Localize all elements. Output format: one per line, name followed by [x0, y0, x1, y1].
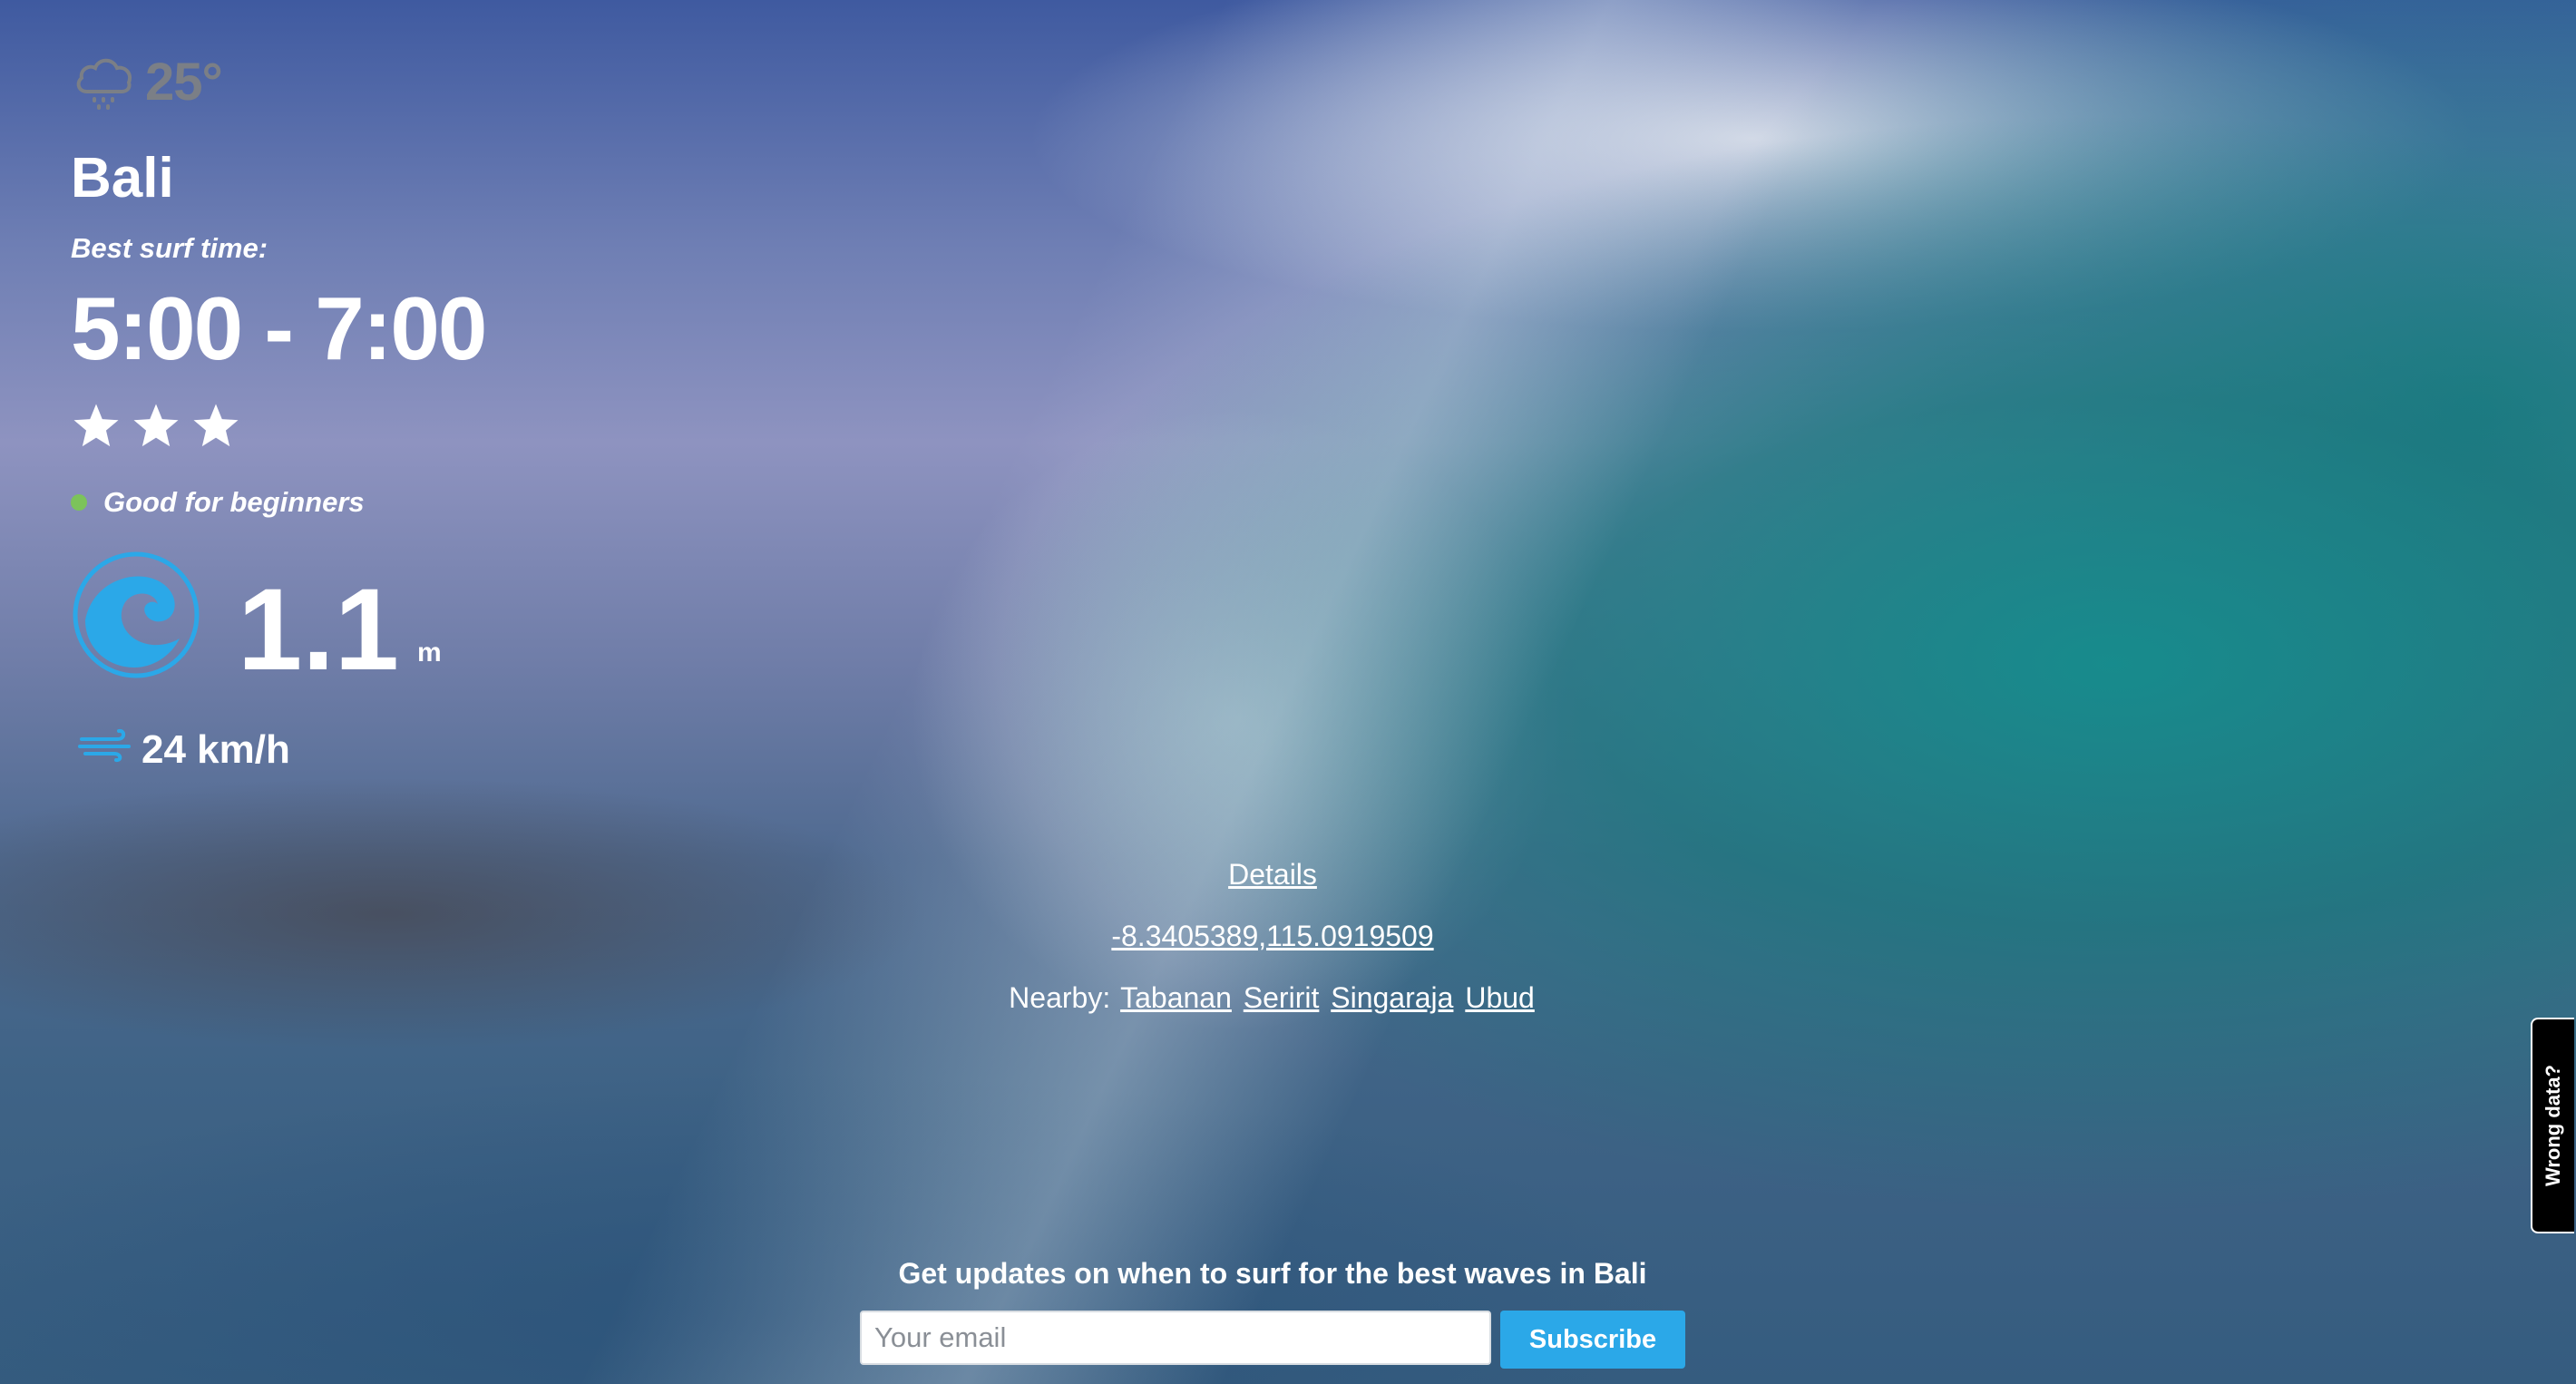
- nearby-link-ubud[interactable]: Ubud: [1465, 981, 1535, 1014]
- star-icon: [133, 404, 179, 447]
- wind-speed-value: 24 km/h: [141, 726, 290, 772]
- wind-speed-display: 24 km/h: [71, 726, 485, 773]
- details-row: Details: [0, 858, 2545, 892]
- star-icon: [73, 404, 119, 447]
- nearby-link-singaraja[interactable]: Singaraja: [1331, 981, 1453, 1014]
- best-surf-time-label: Best surf time:: [71, 232, 268, 264]
- skill-level-label: Good for beginners: [103, 486, 365, 518]
- weather-summary: 25°: [71, 47, 485, 116]
- subscribe-button[interactable]: Subscribe: [1500, 1311, 1685, 1369]
- rating-stars: [71, 401, 485, 452]
- coordinates-link[interactable]: -8.3405389,115.0919509: [1111, 920, 1433, 952]
- nearby-link-tabanan[interactable]: Tabanan: [1120, 981, 1232, 1014]
- status-dot: [71, 494, 87, 511]
- subscribe-form: Subscribe: [0, 1311, 2545, 1369]
- wrong-data-label: Wrong data?: [2542, 1064, 2564, 1187]
- nearby-label: Nearby:: [1009, 981, 1111, 1014]
- wave-icon: [71, 550, 201, 685]
- details-link[interactable]: Details: [1228, 858, 1317, 891]
- temperature: 25°: [145, 52, 223, 112]
- best-surf-time: 5:00 - 7:00: [71, 278, 487, 378]
- city-name: Bali: [71, 147, 174, 210]
- wave-height-value: 1.1: [238, 565, 399, 695]
- surf-info-panel: 25° Bali Best surf time: 5:00 - 7:00 Goo…: [71, 47, 487, 773]
- email-input[interactable]: [860, 1311, 1491, 1365]
- wind-icon: [78, 726, 134, 773]
- wave-height-unit: m: [416, 638, 442, 668]
- subscribe-headline: Get updates on when to surf for the best…: [898, 1257, 1647, 1290]
- nearby-link-seririt[interactable]: Seririt: [1244, 981, 1320, 1014]
- skill-level: Good for beginners: [71, 486, 485, 519]
- coordinates-row: -8.3405389,115.0919509: [0, 920, 2545, 953]
- wrong-data-tab[interactable]: Wrong data?: [2531, 1018, 2574, 1233]
- wave-height-display: 1.1 m: [71, 550, 485, 695]
- rain-cloud-icon: [71, 46, 138, 118]
- nearby-row: Nearby: Tabanan Seririt Singaraja Ubud: [0, 981, 2545, 1015]
- subscribe-section: Get updates on when to surf for the best…: [0, 1257, 2545, 1369]
- star-icon: [193, 404, 239, 447]
